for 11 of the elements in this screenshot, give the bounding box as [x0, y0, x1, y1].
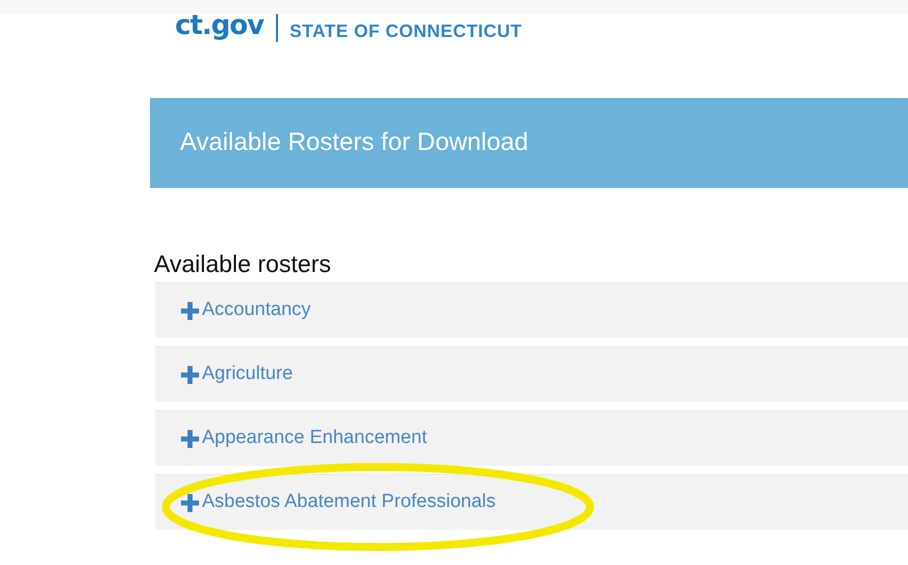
- roster-link[interactable]: Appearance Enhancement: [180, 424, 427, 453]
- plus-icon: [180, 428, 200, 448]
- roster-link[interactable]: Accountancy: [180, 296, 311, 325]
- banner-title: Available Rosters for Download: [180, 127, 528, 158]
- section-heading: Available rosters: [154, 250, 332, 280]
- roster-link[interactable]: Agriculture: [180, 360, 293, 389]
- plus-icon: [180, 492, 200, 512]
- state-name: STATE OF CONNECTICUT: [290, 20, 522, 43]
- plus-icon: [180, 364, 200, 384]
- site-logo[interactable]: ct.gov: [175, 12, 264, 39]
- plus-icon: [180, 300, 200, 320]
